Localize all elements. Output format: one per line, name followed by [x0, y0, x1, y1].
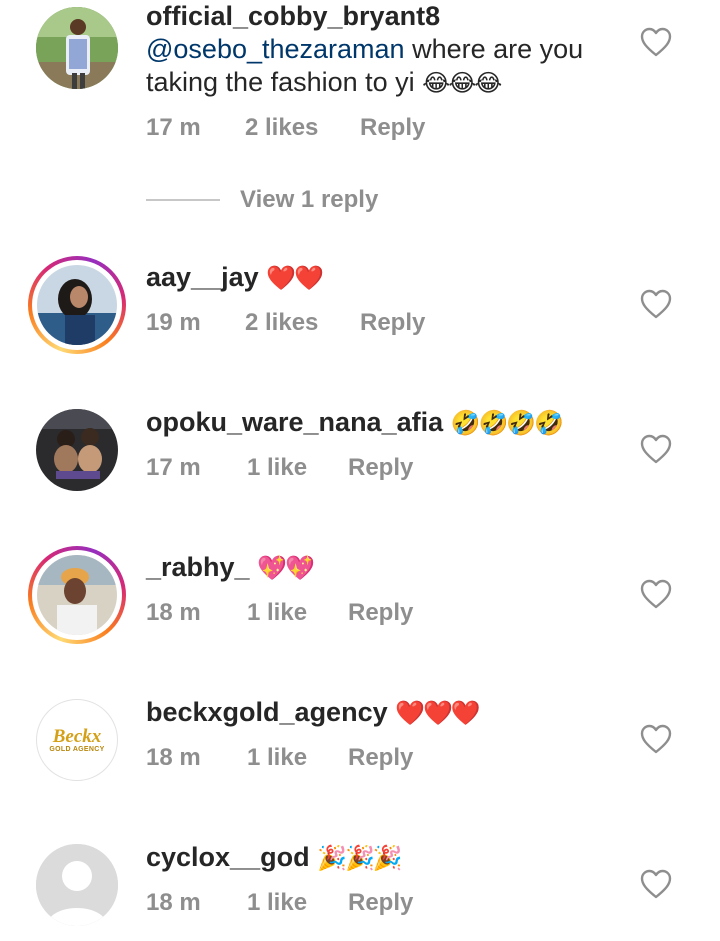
heart-icon[interactable] [640, 724, 672, 754]
comment-text: _rabhy_ 💖💖 [146, 551, 626, 585]
heart-icon[interactable] [640, 27, 672, 57]
comment-emoji: 💖💖 [257, 554, 315, 582]
heart-icon[interactable] [640, 289, 672, 319]
comment-text: aay__jay ❤️❤️ [146, 261, 626, 295]
avatar[interactable] [28, 0, 126, 97]
view-replies-label[interactable]: View 1 reply [240, 186, 378, 214]
reply-button[interactable]: Reply [348, 744, 413, 772]
comment-time: 18 m [146, 744, 201, 771]
reply-button[interactable]: Reply [360, 114, 425, 142]
heart-icon[interactable] [640, 434, 672, 464]
comment-emoji: 🤣🤣🤣🤣 [450, 409, 565, 437]
comment-likes[interactable]: 1 like [247, 599, 307, 627]
comment-text: opoku_ware_nana_afia 🤣🤣🤣🤣 [146, 406, 626, 440]
comment-emoji: 🎉🎉🎉 [317, 844, 403, 872]
comment-emoji: ❤️❤️ [266, 264, 324, 292]
comment-username[interactable]: cyclox__god [146, 842, 310, 872]
comment-mention[interactable]: @osebo_thezaraman [146, 34, 405, 64]
heart-icon[interactable] [640, 579, 672, 609]
comment-time: 18 m [146, 889, 201, 916]
comment-username[interactable]: _rabhy_ [146, 552, 250, 582]
reply-button[interactable]: Reply [360, 309, 425, 337]
reply-button[interactable]: Reply [348, 889, 413, 917]
heart-icon[interactable] [640, 869, 672, 899]
comment-username[interactable]: beckxgold_agency [146, 697, 388, 727]
avatar[interactable] [28, 836, 126, 934]
comment-likes[interactable]: 1 like [247, 454, 307, 482]
comment-text: official_cobby_bryant8 @osebo_thezaraman… [146, 0, 626, 100]
comment-time: 17 m [146, 454, 201, 481]
avatar[interactable] [28, 546, 126, 644]
comment-likes[interactable]: 2 likes [245, 114, 318, 142]
story-ring [28, 546, 126, 644]
divider [146, 199, 220, 201]
comment-time: 19 m [146, 309, 201, 336]
comment-time: 17 m [146, 114, 201, 141]
comment-emoji: ❤️❤️❤️ [395, 699, 481, 727]
comment-username[interactable]: official_cobby_bryant8 [146, 1, 440, 31]
comment-emoji: 😂😂😂 [422, 69, 502, 97]
reply-button[interactable]: Reply [348, 454, 413, 482]
default-avatar-icon [36, 844, 118, 926]
logo-subtext: GOLD AGENCY [49, 745, 105, 753]
avatar[interactable] [28, 401, 126, 499]
comment-time: 18 m [146, 599, 201, 626]
logo-text: Beckx [52, 725, 102, 747]
comment-text: beckxgold_agency ❤️❤️❤️ [146, 696, 626, 730]
comment-username[interactable]: opoku_ware_nana_afia [146, 407, 443, 437]
comment-text: cyclox__god 🎉🎉🎉 [146, 841, 626, 875]
avatar[interactable] [28, 256, 126, 354]
comment-likes[interactable]: 2 likes [245, 309, 318, 337]
comment-username[interactable]: aay__jay [146, 262, 259, 292]
comment-likes[interactable]: 1 like [247, 744, 307, 772]
avatar[interactable]: Beckx GOLD AGENCY [28, 691, 126, 789]
reply-button[interactable]: Reply [348, 599, 413, 627]
comment-likes[interactable]: 1 like [247, 889, 307, 917]
story-ring [28, 256, 126, 354]
